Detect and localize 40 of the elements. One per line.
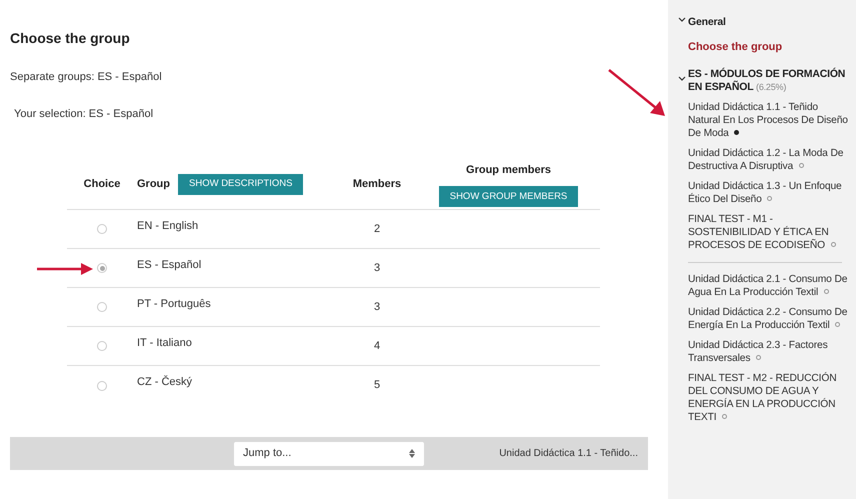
member-count: 3: [374, 300, 380, 315]
activity-link[interactable]: Unidad Didáctica 2.3 - Factores Transversales: [688, 338, 852, 364]
column-header: Group: [137, 177, 170, 192]
group-name: CZ - Český: [137, 376, 192, 388]
activity-link[interactable]: Unidad Didáctica 2.2 - Consumo De Energía En La Producción Textil: [688, 306, 852, 332]
activity-link[interactable]: Unidad Didáctica 2.1 - Consumo De Agua En La Producción Textil: [688, 272, 852, 298]
radio-button[interactable]: [97, 341, 107, 351]
activity-link[interactable]: FINAL TEST - M1 - SOSTENIBILIDAD Y ÉTICA EN PROCESOS DE ECODISEÑO: [688, 212, 852, 252]
chevron-icon[interactable]: [678, 17, 686, 23]
column-header: Members: [352, 177, 402, 192]
activity-link[interactable]: FINAL TEST - M2 - REDUCCIÓN DEL CONSUMO DE AGUA Y ENERGÍA EN LA PRODUCCIÓN TEXTI: [688, 372, 852, 424]
member-count: 5: [374, 378, 380, 394]
group-name: EN - English: [137, 220, 198, 232]
member-count: 3: [374, 260, 380, 276]
column-header: Group members: [466, 162, 551, 178]
show-button[interactable]: SHOW DESCRIPTIONS: [178, 174, 304, 195]
column-header: Choice: [84, 177, 120, 192]
activity-link[interactable]: Unidad Didáctica 1.3 - Un Enfoque Ético Del Diseño: [688, 180, 852, 206]
activity-link[interactable]: Unidad Didáctica 1.2 - La Moda De Destructiva A Disruptiva: [688, 146, 852, 172]
page-title: Choose the group: [10, 29, 131, 48]
sort-icon: [409, 449, 415, 458]
radio-button[interactable]: [97, 263, 107, 273]
member-count: 4: [374, 338, 380, 354]
group-name: ES - Español: [137, 258, 202, 271]
chevron-icon[interactable]: [678, 76, 686, 82]
current-activity-link[interactable]: Choose the group: [688, 39, 852, 56]
group-name: IT - Italiano: [137, 336, 192, 349]
radio-button[interactable]: [97, 380, 107, 390]
group-mode-text: Separate groups: ES - Español: [10, 70, 163, 85]
section-header[interactable]: General: [678, 16, 854, 29]
radio-button[interactable]: [97, 224, 107, 234]
section-header[interactable]: ES - MÓDULOS DE FORMACIÓN EN ESPAÑOL (6.25%): [678, 68, 854, 94]
show-button[interactable]: SHOW GROUP MEMBERS: [438, 186, 578, 208]
activity-link[interactable]: Unidad Didáctica 1.1 - Teñido Natural En Los Procesos De Diseño De Moda: [688, 100, 852, 140]
next-activity-link[interactable]: Unidad Didáctica 1.1 - Teñido...: [499, 446, 638, 461]
jump-to-select[interactable]: Jump to...: [234, 442, 424, 466]
radio-button[interactable]: [97, 302, 107, 312]
selection-text: Your selection: ES - Español: [14, 106, 154, 122]
group-name: PT - Português: [137, 298, 211, 310]
member-count: 2: [374, 222, 380, 237]
